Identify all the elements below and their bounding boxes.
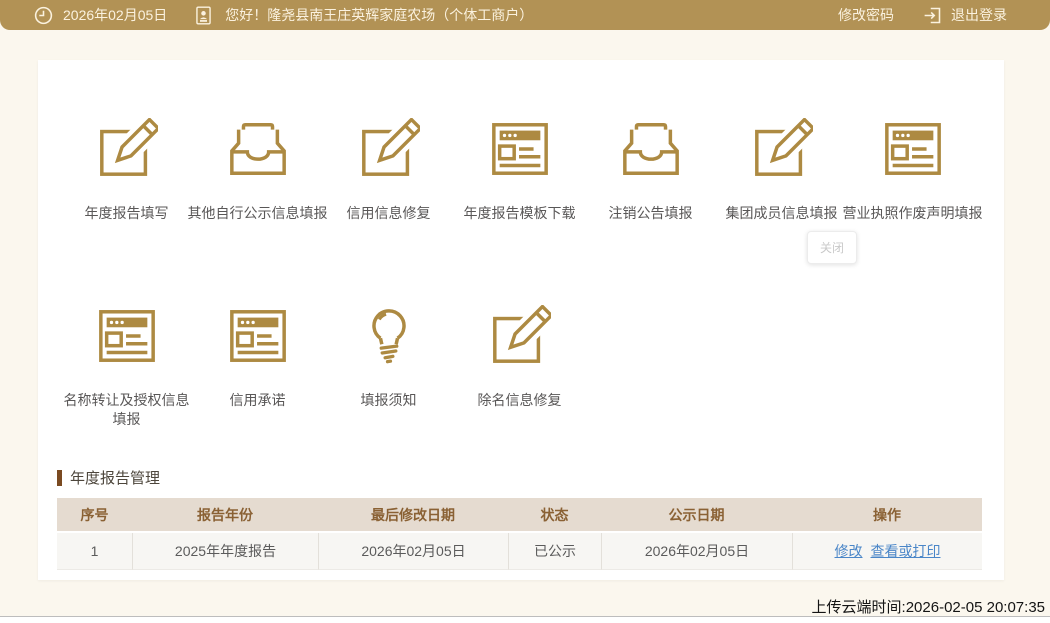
edit-link[interactable]: 修改: [835, 543, 863, 559]
view-or-print-link[interactable]: 查看或打印: [871, 543, 941, 559]
edit-icon: [489, 305, 551, 367]
browser-icon: [489, 118, 551, 180]
inbox-icon: [620, 118, 682, 180]
annual-report-section: 年度报告管理 序号报告年份最后修改日期状态公示日期操作 12025年年度报告20…: [57, 467, 982, 570]
module-item[interactable]: 注销公告填报: [585, 118, 716, 223]
table-header-cell: 报告年份: [132, 498, 318, 533]
table-actions-cell: 修改查看或打印: [792, 533, 982, 570]
browser-icon: [96, 305, 158, 367]
main-panel: 年度报告填写 其他自行公示信息填报 信用信息修复 年度报告模板下载 注销公告填报…: [38, 60, 1004, 580]
module-label: 年度报告填写: [85, 204, 169, 223]
table-header-cell: 操作: [792, 498, 982, 533]
table-cell: 2026年02月05日: [318, 533, 508, 570]
module-item[interactable]: 集团成员信息填报: [716, 118, 847, 223]
module-label: 信用承诺: [230, 391, 286, 410]
table-header-cell: 状态: [508, 498, 601, 533]
module-label: 集团成员信息填报: [726, 204, 838, 223]
module-label: 营业执照作废声明填报: [843, 204, 983, 223]
table-header-cell: 序号: [57, 498, 132, 533]
module-item[interactable]: 营业执照作废声明填报: [847, 118, 978, 223]
edit-icon: [751, 118, 813, 180]
module-label: 信用信息修复: [347, 204, 431, 223]
current-date: 2026年02月05日: [63, 5, 167, 25]
module-label: 年度报告模板下载: [464, 204, 576, 223]
logout-link[interactable]: 退出登录: [951, 5, 1007, 25]
section-title-text: 年度报告管理: [70, 467, 160, 488]
user-greeting: 您好！隆尧县南王庄英辉家庭农场（个体工商户）: [225, 5, 533, 25]
table-header-cell: 最后修改日期: [318, 498, 508, 533]
module-item[interactable]: 信用承诺: [192, 305, 323, 410]
table-cell: 1: [57, 533, 132, 570]
topbar: 2026年02月05日 您好！隆尧县南王庄英辉家庭农场（个体工商户） 修改密码 …: [0, 0, 1050, 30]
logout-icon[interactable]: [922, 5, 943, 26]
module-label: 除名信息修复: [478, 391, 562, 410]
table-cell: 2026年02月05日: [601, 533, 792, 570]
section-title: 年度报告管理: [57, 467, 982, 488]
table-cell: 2025年年度报告: [132, 533, 318, 570]
bulb-icon: [358, 305, 420, 367]
bottom-strip: [0, 617, 1050, 623]
edit-icon: [358, 118, 420, 180]
table-row: 12025年年度报告2026年02月05日已公示2026年02月05日修改查看或…: [57, 533, 982, 570]
table-header-cell: 公示日期: [601, 498, 792, 533]
module-item[interactable]: 年度报告模板下载: [454, 118, 585, 223]
module-grid: 年度报告填写 其他自行公示信息填报 信用信息修复 年度报告模板下载 注销公告填报…: [38, 60, 1004, 429]
section-title-bar: [57, 470, 62, 486]
module-label: 其他自行公示信息填报: [188, 204, 328, 223]
module-item[interactable]: 名称转让及授权信息填报: [61, 305, 192, 429]
module-label: 注销公告填报: [609, 204, 693, 223]
module-label: 填报须知: [361, 391, 417, 410]
table-header-row: 序号报告年份最后修改日期状态公示日期操作: [57, 498, 982, 533]
module-item[interactable]: 年度报告填写: [61, 118, 192, 223]
module-label: 名称转让及授权信息填报: [61, 391, 192, 429]
table-cell: 已公示: [508, 533, 601, 570]
change-password-link[interactable]: 修改密码: [838, 5, 894, 25]
browser-icon: [882, 118, 944, 180]
module-item[interactable]: 信用信息修复: [323, 118, 454, 223]
browser-icon: [227, 305, 289, 367]
module-item[interactable]: 其他自行公示信息填报: [192, 118, 323, 223]
inbox-icon: [227, 118, 289, 180]
annual-report-table: 序号报告年份最后修改日期状态公示日期操作 12025年年度报告2026年02月0…: [57, 498, 982, 570]
module-item[interactable]: 填报须知: [323, 305, 454, 410]
edit-icon: [96, 118, 158, 180]
close-tooltip-button[interactable]: 关闭: [807, 231, 857, 264]
clock-icon: [33, 5, 54, 26]
module-item[interactable]: 除名信息修复: [454, 305, 585, 410]
upload-time-text: 上传云端时间:2026-02-05 20:07:35: [812, 596, 1045, 617]
user-badge-icon: [193, 5, 214, 26]
